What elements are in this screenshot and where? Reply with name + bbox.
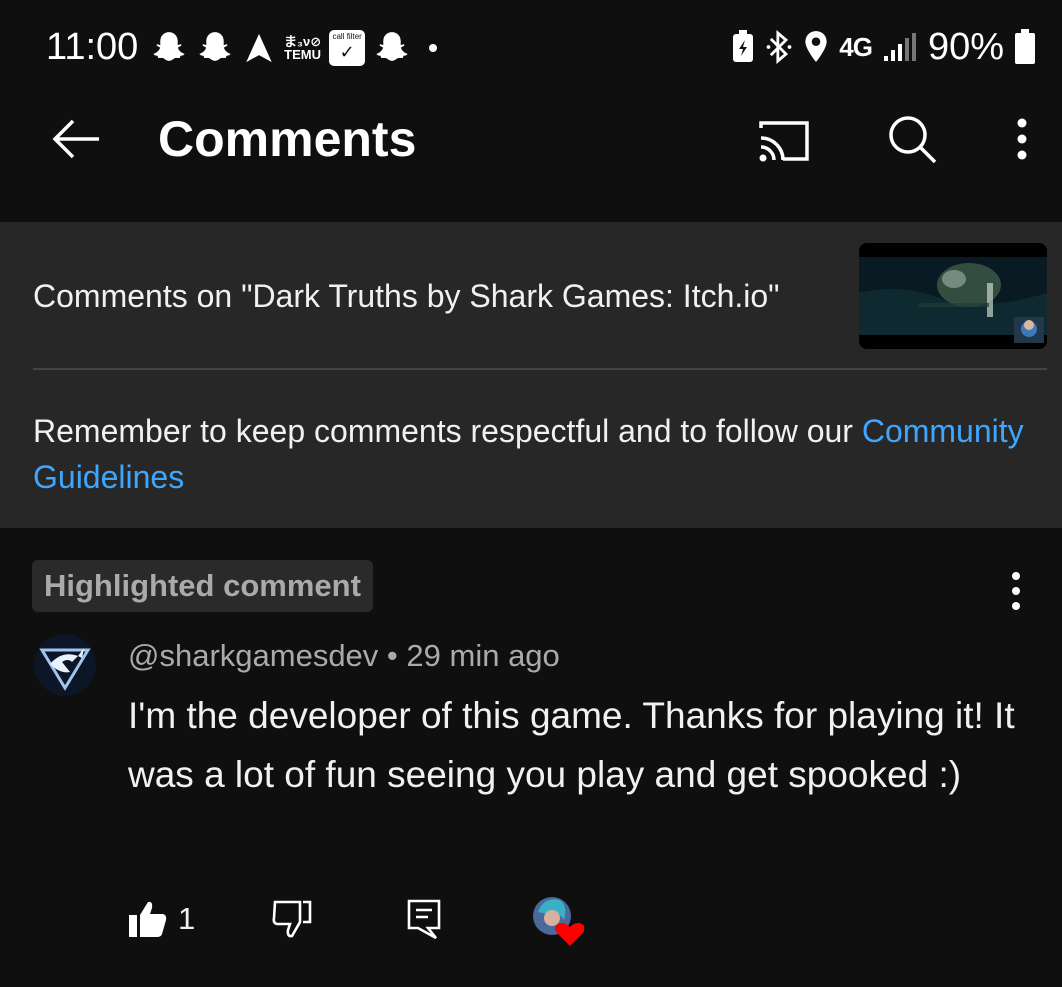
system-status-icons: 4G 90% — [731, 26, 1036, 68]
network-type: 4G — [839, 31, 873, 62]
more-notifications-dot-icon — [429, 44, 438, 52]
more-options-button[interactable] — [1000, 110, 1044, 168]
creator-heart[interactable] — [530, 894, 585, 946]
thumb-up-icon — [129, 901, 167, 937]
notification-icons: ま₃ν⊘ TEMU call filter ✓ — [150, 28, 438, 68]
cast-icon — [759, 121, 809, 162]
video-thumbnail[interactable] — [859, 243, 1047, 349]
cast-button[interactable] — [750, 114, 814, 168]
battery-saver-icon — [733, 30, 754, 62]
more-vertical-icon — [1017, 118, 1027, 160]
snapchat-icon — [199, 32, 231, 61]
call-filter-icon: call filter ✓ — [329, 30, 366, 66]
comment-author[interactable]: @sharkgamesdev — [128, 638, 378, 673]
comment-time: 29 min ago — [406, 638, 560, 673]
comment-meta: @sharkgamesdev • 29 min ago — [128, 638, 560, 673]
snapchat-icon — [376, 32, 408, 61]
author-avatar[interactable] — [34, 634, 96, 696]
comments-info-panel: Comments on "Dark Truths by Shark Games:… — [0, 222, 1062, 528]
shark-logo-avatar — [34, 634, 96, 696]
location-icon — [805, 31, 827, 62]
status-time: 11:00 — [46, 26, 139, 68]
signal-icon — [883, 33, 916, 61]
guidelines-notice: Remember to keep comments respectful and… — [33, 413, 1024, 495]
more-vertical-icon — [1012, 572, 1020, 610]
search-icon — [889, 116, 937, 164]
arrow-left-icon — [52, 119, 99, 159]
battery-icon — [1015, 29, 1035, 64]
video-thumbnail-image — [859, 243, 1047, 349]
highlighted-comment-badge: Highlighted comment — [32, 560, 373, 612]
status-bar: 11:00 ま₃ν⊘ TEMU call filter ✓ 4G 90% — [0, 0, 1062, 96]
search-button[interactable] — [880, 110, 944, 168]
battery-percent: 90% — [927, 25, 1004, 68]
creator-heart-icon — [533, 897, 585, 946]
like-button[interactable]: 1 — [128, 894, 195, 944]
comment-body: I'm the developer of this game. Thanks f… — [128, 695, 1015, 795]
bluetooth-icon — [766, 29, 792, 65]
snapchat-icon — [153, 32, 185, 61]
page-title: Comments — [158, 111, 417, 167]
app-bar: Comments — [0, 96, 1062, 222]
like-count: 1 — [178, 901, 196, 936]
comments-on-video-title: Comments on "Dark Truths by Shark Games:… — [33, 278, 780, 314]
thumb-down-icon — [272, 900, 312, 938]
divider — [33, 368, 1047, 370]
navigation-arrow-icon — [246, 33, 272, 63]
reply-button[interactable] — [406, 894, 442, 944]
comment-more-button[interactable] — [996, 566, 1036, 616]
temu-icon: ま₃ν⊘ TEMU — [284, 34, 322, 62]
reply-icon — [407, 899, 441, 940]
dislike-button[interactable] — [272, 894, 312, 944]
back-button[interactable] — [44, 114, 108, 164]
